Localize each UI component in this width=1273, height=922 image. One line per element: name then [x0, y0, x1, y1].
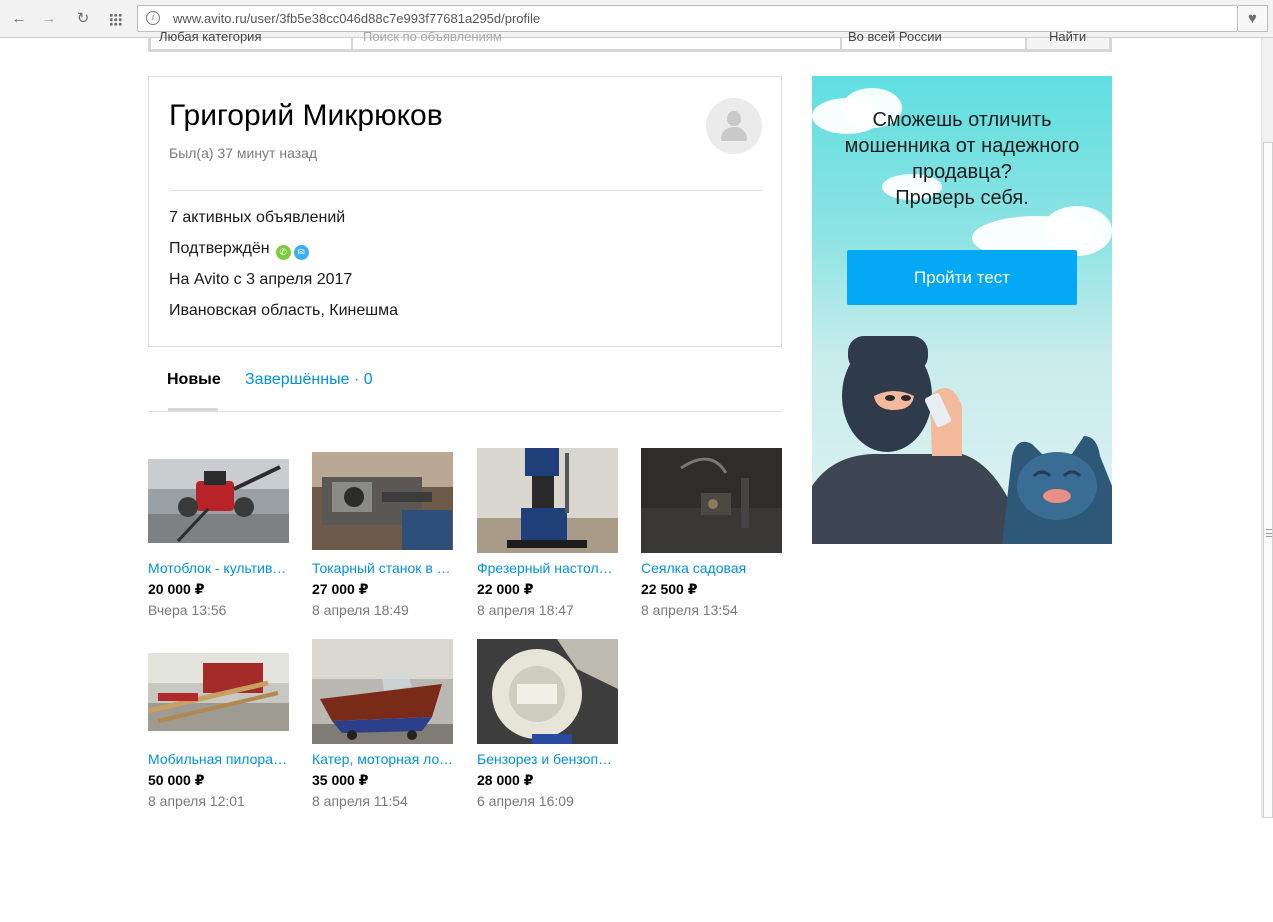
listing-date: 6 апреля 16:09 [477, 793, 574, 809]
profile-name: Григорий Микрюков [169, 99, 443, 132]
listing-photo[interactable] [641, 448, 782, 553]
ad-illustration [812, 336, 1112, 544]
take-test-button[interactable]: Пройти тест [847, 250, 1077, 305]
ad-line: мошенника от надежного [844, 135, 1080, 157]
listing-photo[interactable] [312, 639, 453, 744]
verified-label: Подтверждён [169, 240, 270, 257]
listing-price: 27 000 ₽ [312, 581, 369, 597]
ad-line: продавца? [912, 161, 1012, 183]
scrollbar-grip-icon [1266, 529, 1272, 537]
listing-title[interactable]: Токарный станок в наличии [312, 560, 453, 576]
mail-icon: ✉ [293, 245, 309, 260]
search-button-label: Найти [1049, 29, 1087, 44]
search-input[interactable]: Поиск по объявлениям [353, 29, 840, 49]
listing-photo[interactable] [148, 653, 289, 731]
listing-title[interactable]: Фрезерный настольный станок [477, 560, 618, 576]
listing-date: 8 апреля 18:49 [312, 602, 409, 618]
listing-card[interactable]: Катер, моторная лодка 35 000 ₽ 8 апреля … [312, 639, 453, 809]
listing-price: 28 000 ₽ [477, 772, 534, 788]
listing-card[interactable]: Бензорез и бензопила 28 000 ₽ 6 апреля 1… [477, 639, 618, 809]
heart-icon[interactable]: ♥ [1238, 5, 1268, 32]
listing-card[interactable]: Мотоблок - культиватор 20 000 ₽ Вчера 13… [148, 448, 289, 618]
category-select[interactable]: Любая категория [151, 29, 351, 49]
listing-price: 20 000 ₽ [148, 581, 205, 597]
search-button[interactable]: Найти [1027, 29, 1109, 49]
member-since: На Avito с 3 апреля 2017 [169, 271, 353, 288]
listing-card[interactable]: Фрезерный настольный станок 22 000 ₽ 8 а… [477, 448, 618, 618]
listing-photo[interactable] [477, 448, 618, 553]
forward-arrow-icon[interactable]: → [39, 9, 59, 29]
listing-date: 8 апреля 12:01 [148, 793, 245, 809]
url-text[interactable]: www.avito.ru/user/3fb5e38cc046d88c7e993f… [173, 11, 540, 26]
last-seen: Был(а) 37 минут назад [169, 145, 318, 161]
verified-row: Подтверждён ✆ ✉ [169, 240, 309, 260]
tab-new[interactable]: Новые [167, 371, 221, 389]
category-select-label: Любая категория [159, 29, 262, 44]
phone-icon: ✆ [275, 245, 291, 260]
user-avatar-icon [706, 98, 762, 154]
tab-completed[interactable]: Завершённые · 0 [245, 371, 373, 389]
listing-tabs: Новые Завершённые · 0 [148, 362, 782, 412]
scrollbar-thumb[interactable] [1263, 142, 1273, 818]
active-ads-count[interactable]: 7 активных объявлений [169, 209, 345, 227]
listing-photo[interactable] [312, 452, 453, 550]
site-info-icon[interactable]: i [146, 11, 160, 25]
back-arrow-icon[interactable]: ← [9, 9, 29, 29]
listing-price: 22 000 ₽ [477, 581, 534, 597]
search-placeholder: Поиск по объявлениям [363, 29, 502, 44]
listing-price: 22 500 ₽ [641, 581, 698, 597]
ad-banner[interactable]: Сможешь отличить мошенника от надежного … [812, 76, 1112, 544]
listing-photo[interactable] [148, 459, 289, 543]
listing-date: 8 апреля 11:54 [312, 793, 408, 809]
listing-date: Вчера 13:56 [148, 602, 227, 618]
profile-card: Григорий Микрюков Был(а) 37 минут назад … [148, 76, 782, 347]
listing-photo[interactable] [477, 639, 618, 744]
ad-line: Проверь себя. [895, 187, 1029, 209]
address-bar[interactable]: i www.avito.ru/user/3fb5e38cc046d88c7e99… [137, 5, 1238, 32]
apps-icon[interactable] [106, 9, 126, 29]
listing-card[interactable]: Мобильная пилорама 50 000 ₽ 8 апреля 12:… [148, 639, 289, 809]
reload-icon[interactable]: ↻ [73, 9, 93, 29]
search-bar: Любая категория Поиск по объявлениям Во … [148, 29, 1112, 52]
listing-price: 35 000 ₽ [312, 772, 369, 788]
listing-card[interactable]: Токарный станок в наличии 27 000 ₽ 8 апр… [312, 448, 453, 618]
listing-title[interactable]: Бензорез и бензопила [477, 751, 618, 767]
location: Ивановская область, Кинешма [169, 302, 398, 319]
listing-title[interactable]: Катер, моторная лодка [312, 751, 453, 767]
profile-divider [169, 190, 762, 191]
cloud-decoration [1042, 206, 1112, 256]
listing-price: 50 000 ₽ [148, 772, 205, 788]
listing-card[interactable]: Сеялка садовая 22 500 ₽ 8 апреля 13:54 [641, 448, 782, 618]
tab-new-underline [168, 408, 218, 411]
ad-line: Сможешь отличить [872, 109, 1052, 131]
page-scrollbar[interactable] [1261, 38, 1273, 818]
listing-title[interactable]: Мобильная пилорама [148, 751, 289, 767]
region-select-label: Во всей России [848, 29, 942, 44]
listing-date: 8 апреля 18:47 [477, 602, 574, 618]
region-select[interactable]: Во всей России [842, 29, 1025, 49]
listing-title[interactable]: Сеялка садовая [641, 560, 782, 576]
ad-headline: Сможешь отличить мошенника от надежного … [812, 107, 1112, 211]
listing-date: 8 апреля 13:54 [641, 602, 738, 618]
listing-title[interactable]: Мотоблок - культиватор [148, 560, 289, 576]
